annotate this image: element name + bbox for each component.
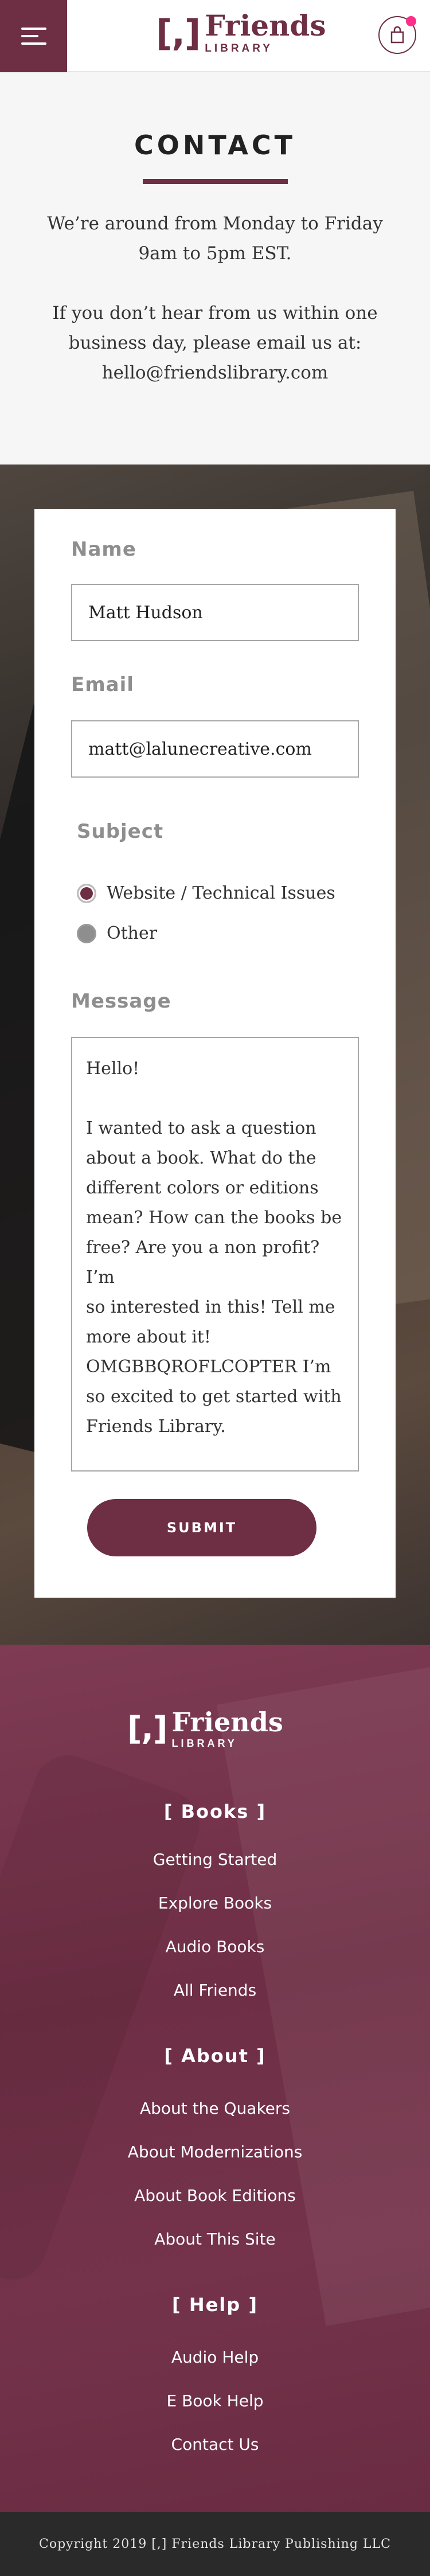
radio-unchecked[interactable] bbox=[77, 923, 96, 943]
message-textarea[interactable]: Hello! I wanted to ask a question about … bbox=[71, 1037, 359, 1472]
footer-link-about-site[interactable]: About This Site bbox=[0, 2230, 430, 2249]
message-line: free? Are you a non profit? I’m bbox=[86, 1238, 325, 1287]
radio-label: Other bbox=[107, 923, 158, 943]
logo-mark: [,] bbox=[127, 1710, 167, 1747]
message-line: more about it! bbox=[86, 1327, 211, 1347]
footer-heading-about: [ About ] bbox=[164, 2045, 266, 2067]
message-line: Friends Library. bbox=[86, 1416, 226, 1437]
subject-option-technical[interactable]: Website / Technical Issues bbox=[77, 883, 335, 903]
footer-link-about-editions[interactable]: About Book Editions bbox=[0, 2186, 430, 2205]
copyright-bar: Copyright 2019 [,] Friends Library Publi… bbox=[0, 2512, 430, 2576]
footer-link-audio-help[interactable]: Audio Help bbox=[0, 2348, 430, 2367]
background-photo-object bbox=[0, 1745, 209, 2290]
menu-button[interactable] bbox=[0, 0, 67, 72]
footer-link-about-modernizations[interactable]: About Modernizations bbox=[0, 2142, 430, 2161]
message-line: about a book. What do the bbox=[86, 1148, 316, 1168]
name-label: Name bbox=[71, 538, 136, 561]
title-underline bbox=[143, 179, 288, 184]
footer-logo[interactable]: [,] Friends LIBRARY bbox=[127, 1709, 283, 1750]
logo-sub: LIBRARY bbox=[205, 42, 273, 54]
footer-heading-help: [ Help ] bbox=[172, 2294, 258, 2316]
footer-heading-books: [ Books ] bbox=[163, 1801, 267, 1822]
cart-button[interactable] bbox=[378, 16, 416, 54]
submit-button[interactable]: SUBMIT bbox=[87, 1499, 316, 1556]
message-line: mean? How can the books be bbox=[86, 1208, 342, 1228]
footer-link-ebook-help[interactable]: E Book Help bbox=[0, 2391, 430, 2410]
logo-name: Friends bbox=[205, 9, 326, 42]
footer-link-explore-books[interactable]: Explore Books bbox=[0, 1894, 430, 1913]
message-line: different colors or editions bbox=[86, 1178, 319, 1198]
hours-text: We’re around from Monday to Friday 9am t… bbox=[47, 213, 383, 264]
site-logo[interactable]: [,] Friends LIBRARY bbox=[156, 11, 326, 55]
logo-sub: LIBRARY bbox=[171, 1738, 237, 1749]
footer-link-about-quakers[interactable]: About the Quakers bbox=[0, 2099, 430, 2118]
footer-link-contact-us[interactable]: Contact Us bbox=[0, 2435, 430, 2454]
subject-option-other[interactable]: Other bbox=[77, 923, 157, 943]
name-input[interactable]: Matt Hudson bbox=[71, 584, 359, 641]
hamburger-icon bbox=[21, 28, 46, 45]
contact-intro: CONTACT We’re around from Monday to Frid… bbox=[0, 73, 430, 465]
radio-checked[interactable] bbox=[77, 883, 96, 903]
message-line: so interested in this! Tell me bbox=[86, 1297, 335, 1317]
radio-label: Website / Technical Issues bbox=[107, 883, 335, 903]
footer-link-audio-books[interactable]: Audio Books bbox=[0, 1937, 430, 1956]
message-line: I wanted to ask a question bbox=[86, 1118, 316, 1138]
email-instructions: If you don’t hear from us within one bus… bbox=[52, 303, 378, 383]
message-line: so excited to get started with bbox=[86, 1387, 342, 1407]
footer-link-all-friends[interactable]: All Friends bbox=[0, 1981, 430, 2000]
contact-form-section: Name Matt Hudson Email matt@lalunecreati… bbox=[0, 465, 430, 1645]
message-line: Hello! bbox=[86, 1059, 140, 1079]
message-label: Message bbox=[71, 990, 171, 1013]
logo-mark: [,] bbox=[156, 12, 201, 54]
footer-link-getting-started[interactable]: Getting Started bbox=[0, 1850, 430, 1869]
cart-badge bbox=[406, 16, 416, 26]
logo-name: Friends bbox=[171, 1707, 283, 1738]
email-input[interactable]: matt@lalunecreative.com bbox=[71, 720, 359, 778]
contact-form: Name Matt Hudson Email matt@lalunecreati… bbox=[34, 509, 396, 1598]
page-title: CONTACT bbox=[134, 130, 296, 161]
message-line: OMGBBQROFLCOPTER I’m bbox=[86, 1357, 331, 1377]
shopping-bag-icon bbox=[390, 26, 404, 44]
site-header: [,] Friends LIBRARY bbox=[0, 0, 430, 72]
copyright-text: Copyright 2019 [,] Friends Library Publi… bbox=[39, 2536, 391, 2551]
site-footer: [,] Friends LIBRARY [ Books ] Getting St… bbox=[0, 1645, 430, 2512]
email-label: Email bbox=[71, 673, 134, 696]
subject-label: Subject bbox=[77, 820, 164, 843]
